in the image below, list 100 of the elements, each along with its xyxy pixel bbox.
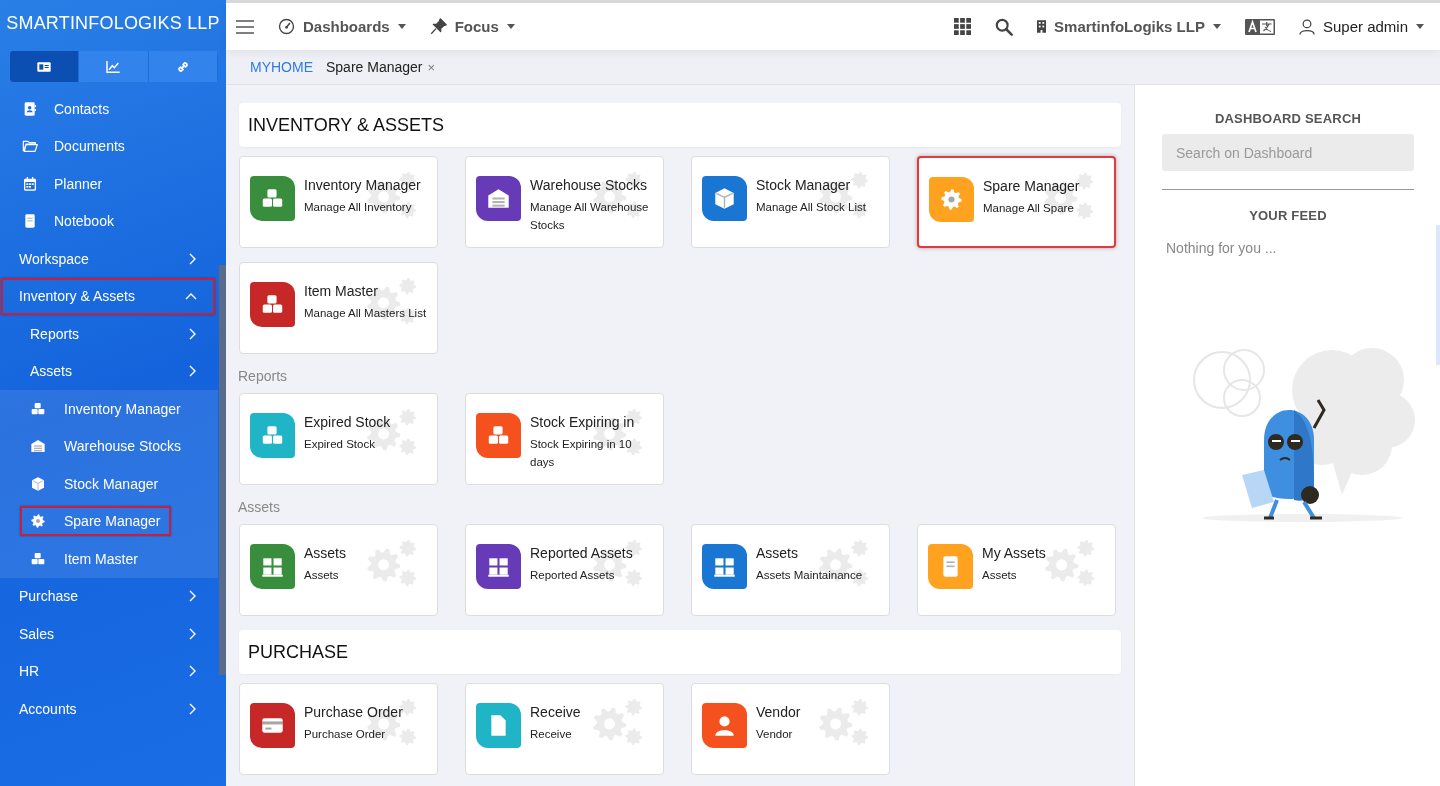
book-icon — [22, 213, 38, 230]
card-subtitle: Receive — [530, 727, 573, 742]
sidebar-item-label: Item Master — [64, 550, 138, 567]
calendar-icon — [22, 175, 38, 192]
card-subtitle: Assets Maintainance — [756, 568, 863, 583]
dashboards-menu[interactable]: Dashboards — [278, 18, 406, 35]
sidebar-group[interactable]: Purchase — [1, 577, 215, 615]
section-title: PURCHASE — [248, 641, 349, 663]
translate-icon[interactable] — [1244, 18, 1275, 35]
card-title: Inventory Manager — [304, 177, 421, 193]
user-name: Super admin — [1322, 18, 1408, 35]
sidebar-item[interactable]: Documents — [16, 131, 131, 162]
sidebar-item[interactable]: Stock Manager — [20, 468, 169, 499]
apps-grid-icon[interactable] — [954, 18, 972, 35]
card-subtitle: Stock Expiring in 10 days — [530, 437, 633, 470]
card-title: Stock Manager — [756, 177, 852, 193]
module-card[interactable]: Item Master Manage All Masters List — [239, 262, 438, 354]
card-subtitle: Purchase Order — [304, 727, 387, 742]
sidebar-item[interactable]: Contacts — [16, 93, 116, 124]
sidebar-item-label: Contacts — [54, 100, 110, 117]
module-card[interactable]: Assets Assets — [239, 524, 438, 616]
scrollbar-thumb[interactable] — [1436, 225, 1440, 365]
module-card[interactable]: Reported Assets Reported Assets — [465, 524, 664, 616]
sidebar-group-label: HR — [19, 663, 40, 680]
focus-menu[interactable]: Focus — [429, 18, 515, 35]
sidebar-item-label: Notebook — [54, 213, 114, 230]
warehouse-icon — [30, 438, 46, 455]
sidebar-item-label: Stock Manager — [64, 475, 159, 492]
sidebar-item-label: Warehouse Stocks — [64, 438, 181, 455]
id-card-tab[interactable] — [10, 51, 80, 82]
sidebar-item-label: Documents — [54, 138, 125, 155]
sidebar-item[interactable]: Notebook — [16, 206, 120, 237]
home-link[interactable]: MYHOME — [250, 59, 313, 75]
caret-icon — [1212, 24, 1221, 29]
card-title: Item Master — [304, 283, 379, 299]
sidebar-group[interactable]: Sales — [1, 615, 215, 653]
sidebar-item[interactable]: Planner — [16, 168, 109, 199]
card-subtitle: Vendor — [756, 727, 794, 742]
user-menu[interactable]: Super admin — [1298, 18, 1424, 35]
module-card[interactable]: Receive Receive — [465, 683, 664, 775]
sidebar-item[interactable]: Spare Manager — [20, 506, 171, 537]
company-menu[interactable]: SmartinfoLogiks LLP — [1037, 18, 1221, 35]
chevron-up-icon — [185, 292, 197, 301]
module-card[interactable]: Purchase Order Purchase Order — [239, 683, 438, 775]
sidebar-group[interactable]: HR — [1, 652, 215, 690]
user-icon — [1298, 18, 1315, 35]
card-subtitle: Reported Assets — [530, 568, 616, 583]
card-subtitle: Manage All Masters List — [304, 306, 427, 321]
card-subtitle: Manage All Inventory — [304, 200, 413, 215]
module-card[interactable]: Stock Expiring in Stock Expiring in 10 days — [465, 393, 664, 485]
sidebar-group[interactable]: Workspace — [1, 240, 215, 278]
module-card[interactable]: My Assets Assets — [917, 524, 1116, 616]
card-subtitle: Manage All Stock List — [756, 200, 866, 215]
card-subtitle: Assets — [982, 568, 1018, 583]
group-label: Reports — [238, 368, 289, 384]
sidebar-item-label: Planner — [54, 175, 103, 192]
close-button[interactable]: × — [427, 59, 436, 75]
sidebar-group[interactable]: Accounts — [1, 690, 215, 728]
sidebar-subgroup[interactable]: Reports — [1, 315, 215, 353]
sidebar-item[interactable]: Warehouse Stocks — [20, 431, 191, 462]
search-field[interactable]: Search on Dashboard — [1162, 134, 1414, 171]
card-title: Reported Assets — [530, 545, 633, 561]
module-card[interactable]: Stock Manager Manage All Stock List — [691, 156, 890, 248]
card-title: Assets — [304, 545, 346, 561]
scrollbar-thumb[interactable] — [219, 265, 226, 675]
module-card[interactable]: Expired Stock Expired Stock — [239, 393, 438, 485]
sidebar-group-label: Sales — [19, 625, 55, 642]
contact-icon — [22, 100, 38, 117]
sidebar-subgroup[interactable]: Assets — [1, 352, 215, 390]
menu-icon[interactable] — [236, 19, 254, 34]
module-card[interactable]: Spare Manager Manage All Spare — [917, 156, 1116, 248]
chart-icon — [105, 58, 122, 75]
sidebar-item[interactable]: Item Master — [20, 543, 148, 574]
sidebar-group[interactable]: Inventory & Assets — [1, 277, 215, 315]
sidebar-group-label: Purchase — [19, 588, 79, 605]
module-card[interactable]: Assets Assets Maintainance — [691, 524, 890, 616]
section-title: INVENTORY & ASSETS — [248, 114, 445, 136]
cubes-icon — [30, 400, 46, 417]
card-subtitle: Manage All Warehouse Stocks — [530, 200, 650, 233]
chevron-right-icon — [189, 327, 197, 340]
module-card[interactable]: Warehouse Stocks Manage All Warehouse Stocks — [465, 156, 664, 248]
empty-feed-text: Nothing for you ... — [1165, 240, 1278, 256]
link-tab[interactable] — [148, 51, 218, 82]
module-card[interactable]: Vendor Vendor — [691, 683, 890, 775]
panel-title: DASHBOARD SEARCH — [1213, 111, 1363, 126]
caret-icon — [397, 24, 406, 29]
sidebar-item[interactable]: Inventory Manager — [20, 393, 191, 424]
module-card[interactable]: Inventory Manager Manage All Inventory — [239, 156, 438, 248]
search-icon[interactable] — [995, 17, 1014, 36]
sidebar-group-label: Assets — [30, 363, 72, 380]
page-tab-label[interactable]: Spare Manager — [326, 59, 423, 75]
caret-icon — [506, 24, 515, 29]
card-title: Purchase Order — [304, 704, 403, 720]
chevron-right-icon — [189, 702, 197, 715]
building-icon — [1037, 20, 1047, 33]
brand-title: SMARTINFOLOGIKS LLP — [5, 11, 221, 35]
chevron-right-icon — [189, 365, 197, 378]
chevron-right-icon — [189, 252, 197, 265]
sidebar-group-label: Reports — [30, 325, 80, 342]
menu-label: Dashboards — [303, 18, 390, 35]
